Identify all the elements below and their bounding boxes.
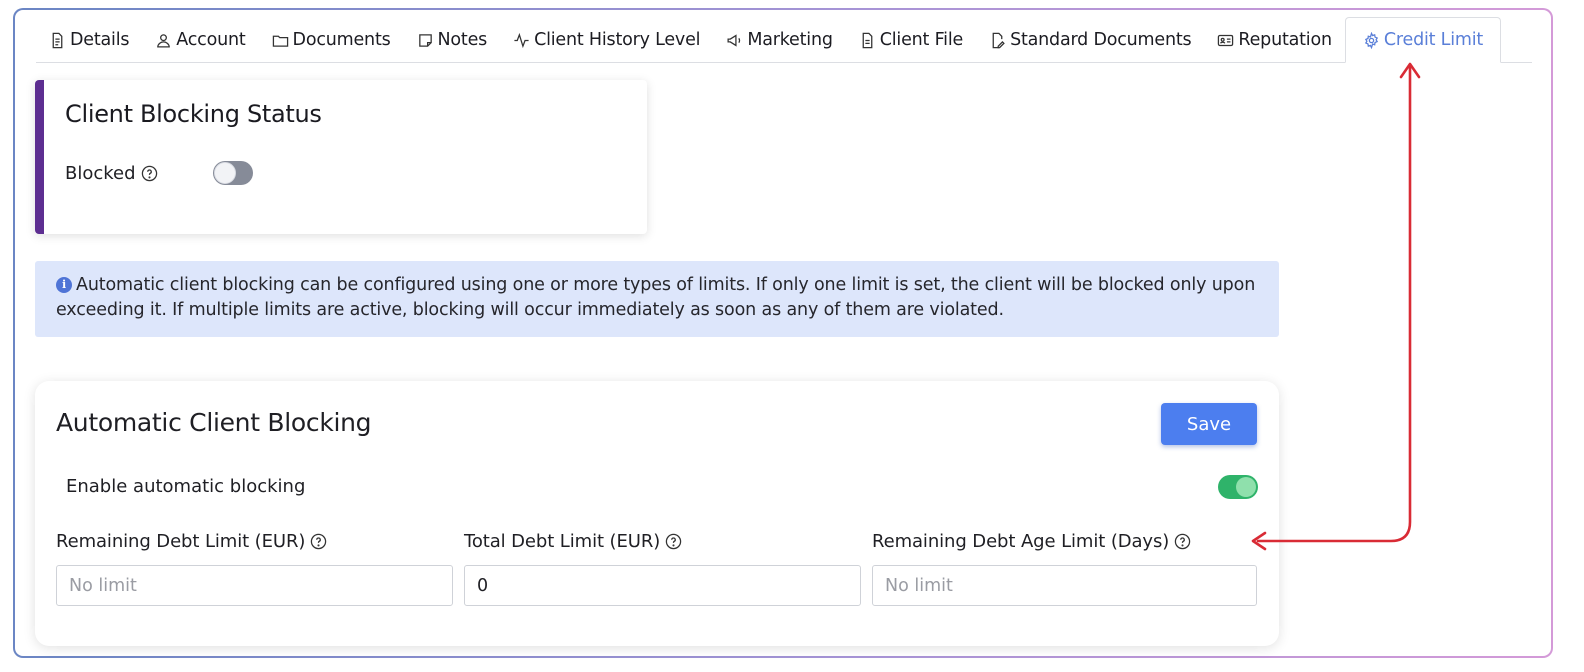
card-title: Client Blocking Status bbox=[65, 100, 322, 128]
tab-reputation[interactable]: Reputation bbox=[1204, 18, 1344, 62]
tab-label: Documents bbox=[292, 30, 391, 50]
tab-notes[interactable]: Notes bbox=[404, 18, 501, 62]
activity-icon bbox=[514, 32, 529, 48]
card-title: Automatic Client Blocking bbox=[56, 408, 372, 437]
tab-label: Account bbox=[176, 30, 246, 50]
field-label-text: Remaining Debt Age Limit (Days) bbox=[872, 531, 1170, 552]
enable-automatic-blocking-toggle[interactable] bbox=[1218, 475, 1258, 499]
blocked-label: Blocked bbox=[65, 163, 158, 184]
tab-credit-limit[interactable]: Credit Limit bbox=[1344, 17, 1502, 63]
field-label-text: Remaining Debt Limit (EUR) bbox=[56, 531, 306, 552]
info-banner: i Automatic client blocking can be config… bbox=[35, 261, 1279, 337]
tab-bar: Details Account Documents Notes Client H… bbox=[36, 17, 1532, 63]
tab-client-history-level[interactable]: Client History Level bbox=[500, 18, 713, 62]
tab-label: Standard Documents bbox=[1010, 30, 1192, 50]
tab-label: Notes bbox=[437, 30, 488, 50]
tab-label: Credit Limit bbox=[1383, 30, 1484, 50]
help-icon[interactable] bbox=[310, 533, 327, 550]
tab-label: Details bbox=[70, 30, 130, 50]
file-icon bbox=[862, 32, 873, 48]
save-button[interactable]: Save bbox=[1161, 403, 1257, 445]
sticky-note-icon bbox=[418, 33, 432, 47]
tab-details[interactable]: Details bbox=[36, 18, 142, 62]
toggle-knob bbox=[1236, 477, 1256, 497]
client-blocking-status-card: Client Blocking Status Blocked bbox=[35, 80, 647, 234]
tab-label: Reputation bbox=[1238, 30, 1332, 50]
total-debt-limit-label: Total Debt Limit (EUR) bbox=[464, 531, 682, 552]
tab-documents[interactable]: Documents bbox=[259, 18, 404, 62]
tab-label: Client History Level bbox=[534, 30, 701, 50]
gear-icon bbox=[1364, 31, 1378, 49]
tab-label: Client File bbox=[879, 30, 964, 50]
info-text: Automatic client blocking can be configu… bbox=[56, 275, 1256, 320]
automatic-client-blocking-card: Automatic Client Blocking Save Enable au… bbox=[35, 381, 1279, 646]
folder-icon bbox=[272, 35, 288, 47]
user-icon bbox=[157, 33, 171, 48]
info-icon: i bbox=[56, 277, 72, 293]
megaphone-icon bbox=[727, 33, 741, 47]
tab-client-file[interactable]: Client File bbox=[846, 18, 976, 62]
remaining-debt-limit-label: Remaining Debt Limit (EUR) bbox=[56, 531, 327, 552]
remaining-debt-limit-input[interactable] bbox=[56, 565, 453, 606]
blocked-label-text: Blocked bbox=[65, 163, 136, 184]
document-icon bbox=[52, 32, 63, 48]
remaining-debt-age-limit-input[interactable] bbox=[872, 565, 1257, 606]
tab-marketing[interactable]: Marketing bbox=[713, 18, 845, 62]
toggle-knob bbox=[214, 162, 236, 184]
help-icon[interactable] bbox=[665, 533, 682, 550]
tab-label: Marketing bbox=[747, 30, 833, 50]
help-icon[interactable] bbox=[141, 165, 158, 182]
file-signature-icon bbox=[992, 32, 1005, 48]
field-label-text: Total Debt Limit (EUR) bbox=[464, 531, 661, 552]
id-card-icon bbox=[1218, 34, 1234, 46]
tab-account[interactable]: Account bbox=[142, 18, 258, 62]
blocked-toggle[interactable] bbox=[213, 161, 253, 185]
help-icon[interactable] bbox=[1174, 533, 1191, 550]
enable-automatic-blocking-label: Enable automatic blocking bbox=[66, 476, 306, 497]
total-debt-limit-input[interactable] bbox=[464, 565, 861, 606]
tab-standard-documents[interactable]: Standard Documents bbox=[976, 18, 1204, 62]
remaining-debt-age-limit-label: Remaining Debt Age Limit (Days) bbox=[872, 531, 1191, 552]
